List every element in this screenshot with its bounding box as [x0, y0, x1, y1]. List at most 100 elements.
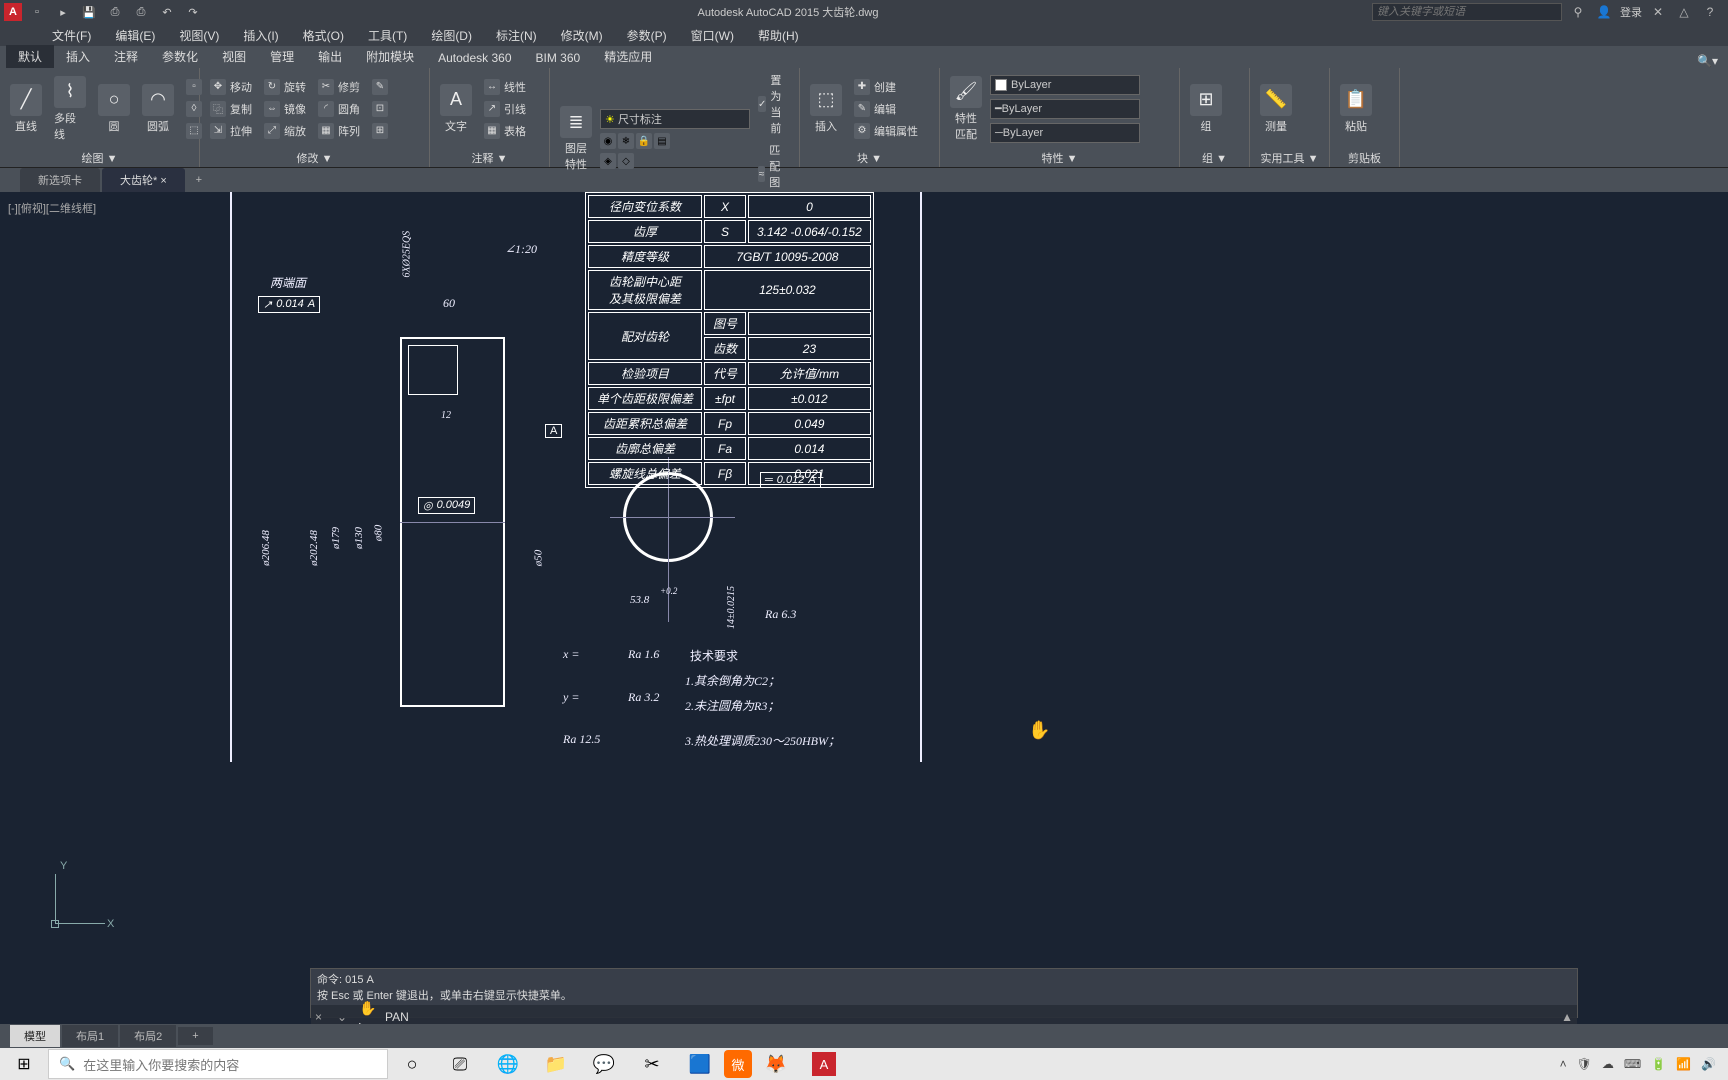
- login-label[interactable]: 登录: [1620, 4, 1642, 20]
- firefox-icon[interactable]: 🦊: [752, 1048, 800, 1080]
- qat-open-icon[interactable]: ▸: [52, 2, 74, 22]
- tray-wifi-icon[interactable]: 📶: [1676, 1057, 1691, 1071]
- btn-edit-attr[interactable]: ⚙编辑属性: [850, 121, 922, 141]
- doc-tab-current[interactable]: 大齿轮* ×: [102, 168, 185, 192]
- layer-icon4[interactable]: ▤: [654, 133, 670, 149]
- qat-redo-icon[interactable]: ↷: [182, 2, 204, 22]
- user-icon[interactable]: 👤: [1594, 3, 1614, 21]
- panel-group-title[interactable]: 组 ▼: [1180, 149, 1249, 167]
- system-tray[interactable]: ˄ 🛡 ☁ ⌨ 🔋 📶 🔊: [1560, 1057, 1728, 1071]
- btn-stretch[interactable]: ⇲拉伸: [206, 121, 256, 141]
- close-tab-icon[interactable]: ×: [160, 175, 166, 187]
- qat-undo-icon[interactable]: ↶: [156, 2, 178, 22]
- layer-dropdown[interactable]: ☀ 尺寸标注: [600, 109, 750, 129]
- rtab-default[interactable]: 默认: [6, 45, 54, 68]
- btn-pline[interactable]: ⌇多段线: [50, 74, 90, 144]
- rtab-a360[interactable]: Autodesk 360: [426, 48, 523, 68]
- cmd-input[interactable]: PAN: [385, 1010, 1555, 1024]
- btn-layerprop[interactable]: ≣图层 特性: [556, 104, 596, 174]
- snip-icon[interactable]: ✂: [628, 1048, 676, 1080]
- rtab-view[interactable]: 视图: [210, 45, 258, 68]
- btn-copy[interactable]: ⿻复制: [206, 99, 256, 119]
- btn-matchprop[interactable]: 🖌特性 匹配: [946, 74, 986, 144]
- autodesk-icon[interactable]: △: [1674, 3, 1694, 21]
- cmd-close-icon[interactable]: ×: [315, 1010, 331, 1024]
- tray-ime-icon[interactable]: ⌨: [1624, 1057, 1641, 1071]
- command-line[interactable]: 命令: 015 A 按 Esc 或 Enter 键退出，或单击右键显示快捷菜单。…: [310, 968, 1578, 1018]
- rtab-insert[interactable]: 插入: [54, 45, 102, 68]
- cortana-icon[interactable]: ○: [388, 1048, 436, 1080]
- btn-leader[interactable]: ↗引线: [480, 99, 530, 119]
- menu-help[interactable]: 帮助(H): [746, 27, 811, 44]
- btn-move[interactable]: ✥移动: [206, 77, 256, 97]
- layer-icon6[interactable]: ◇: [618, 153, 634, 169]
- drawing-canvas[interactable]: [-][俯视][二维线框] 60 12 ∠1:20 6XØ25EQS 两端面 5…: [0, 192, 1728, 1024]
- color-dropdown[interactable]: ByLayer: [990, 75, 1140, 95]
- tray-onedrive-icon[interactable]: ☁: [1602, 1057, 1614, 1071]
- qat-saveas-icon[interactable]: ⎙: [104, 2, 126, 22]
- windows-search[interactable]: 🔍 在这里输入你要搜索的内容: [48, 1049, 388, 1079]
- mod-more2[interactable]: ⊡: [368, 99, 392, 119]
- rtab-bim360[interactable]: BIM 360: [524, 48, 593, 68]
- tray-av-icon[interactable]: 🛡: [1577, 1057, 1592, 1071]
- rtab-param[interactable]: 参数化: [150, 45, 210, 68]
- panel-prop-title[interactable]: 特性 ▼: [940, 149, 1179, 167]
- lineweight-dropdown[interactable]: ━ ByLayer: [990, 99, 1140, 119]
- panel-clip-title[interactable]: 剪贴板: [1330, 149, 1399, 167]
- panel-annot-title[interactable]: 注释 ▼: [430, 149, 549, 167]
- help-search-input[interactable]: [1372, 3, 1562, 21]
- tray-up-icon[interactable]: ˄: [1560, 1057, 1567, 1071]
- edge-icon[interactable]: 🌐: [484, 1048, 532, 1080]
- explorer-icon[interactable]: 📁: [532, 1048, 580, 1080]
- qat-new-icon[interactable]: ▫: [26, 2, 48, 22]
- btn-scale[interactable]: ⤢缩放: [260, 121, 310, 141]
- tray-volume-icon[interactable]: 🔊: [1701, 1057, 1716, 1071]
- btn-table[interactable]: ▦表格: [480, 121, 530, 141]
- exchange-icon[interactable]: ✕: [1648, 3, 1668, 21]
- doc-tab-add[interactable]: +: [187, 174, 211, 186]
- help-icon[interactable]: ?: [1700, 3, 1720, 21]
- wechat-icon[interactable]: 💬: [580, 1048, 628, 1080]
- infocenter-icon[interactable]: ⚲: [1568, 3, 1588, 21]
- app-icon[interactable]: A: [4, 3, 22, 21]
- menu-edit[interactable]: 编辑(E): [103, 27, 167, 44]
- btn-group[interactable]: ⊞组: [1186, 82, 1226, 136]
- cmd-arrow-icon[interactable]: ▲: [1561, 1010, 1573, 1024]
- qat-save-icon[interactable]: 💾: [78, 2, 100, 22]
- menu-draw[interactable]: 绘图(D): [419, 27, 484, 44]
- layer-icon3[interactable]: 🔒: [636, 133, 652, 149]
- doc-tab-new[interactable]: 新选项卡: [20, 168, 100, 192]
- menu-file[interactable]: 文件(F): [40, 27, 103, 44]
- btn-trim[interactable]: ✂修剪: [314, 77, 364, 97]
- autocad-task-icon[interactable]: A: [800, 1048, 848, 1080]
- menu-param[interactable]: 参数(P): [615, 27, 679, 44]
- panel-modify-title[interactable]: 修改 ▼: [200, 149, 429, 167]
- menu-format[interactable]: 格式(O): [291, 27, 356, 44]
- rtab-manage[interactable]: 管理: [258, 45, 306, 68]
- btn-rotate[interactable]: ↻旋转: [260, 77, 310, 97]
- layer-icon1[interactable]: ◉: [600, 133, 616, 149]
- menu-insert[interactable]: 插入(I): [231, 27, 290, 44]
- viewport-label[interactable]: [-][俯视][二维线框]: [8, 200, 96, 216]
- btn-insert-block[interactable]: ⬚插入: [806, 82, 846, 136]
- qat-print-icon[interactable]: ⎙: [130, 2, 152, 22]
- mod-more3[interactable]: ⊞: [368, 121, 392, 141]
- tab-model[interactable]: 模型: [10, 1025, 60, 1047]
- btn-text[interactable]: A文字: [436, 82, 476, 136]
- btn-paste[interactable]: 📋粘贴: [1336, 82, 1376, 136]
- menu-window[interactable]: 窗口(W): [679, 27, 746, 44]
- menu-view[interactable]: 视图(V): [167, 27, 231, 44]
- btn-edit-block[interactable]: ✎编辑: [850, 99, 922, 119]
- ribbon-search-icon[interactable]: 🔍▾: [1697, 54, 1728, 68]
- menu-dim[interactable]: 标注(N): [484, 27, 549, 44]
- layer-icon2[interactable]: ❄: [618, 133, 634, 149]
- btn-array[interactable]: ▦阵列: [314, 121, 364, 141]
- start-button[interactable]: ⊞: [0, 1048, 48, 1080]
- panel-draw-title[interactable]: 绘图 ▼: [0, 149, 199, 167]
- btn-line[interactable]: ╱直线: [6, 82, 46, 136]
- tab-layout1[interactable]: 布局1: [62, 1025, 118, 1047]
- layer-icon5[interactable]: ◈: [600, 153, 616, 169]
- mod-more1[interactable]: ✎: [368, 77, 392, 97]
- btn-setcurrent[interactable]: ✓置为当前: [754, 70, 793, 138]
- rtab-output[interactable]: 输出: [306, 45, 354, 68]
